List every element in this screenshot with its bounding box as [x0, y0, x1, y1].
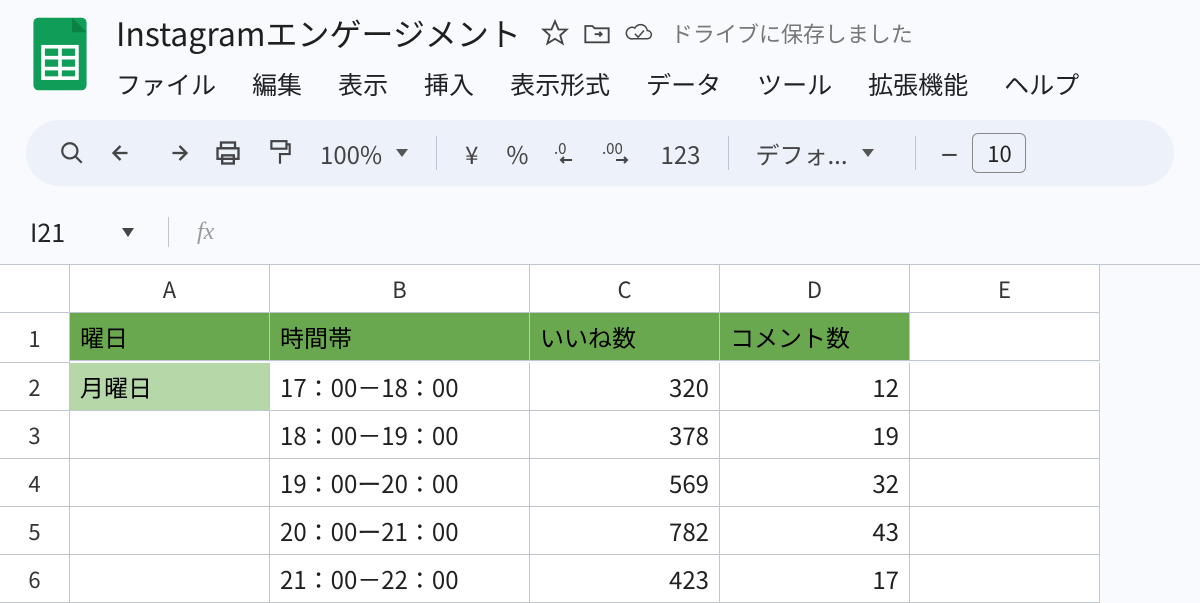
row-head-4[interactable]: 4: [0, 459, 70, 507]
formula-row: I21 fx: [0, 186, 1200, 260]
doc-title[interactable]: Instagramエンゲージメント: [110, 8, 527, 58]
col-head-B[interactable]: B: [270, 265, 530, 313]
cell-E4[interactable]: [910, 459, 1100, 507]
font-picker[interactable]: デフォ...: [747, 136, 897, 171]
row-head-1[interactable]: 1: [0, 313, 70, 363]
cell-C2[interactable]: 320: [530, 363, 720, 411]
cell-B2[interactable]: 17：00－18：00: [270, 363, 530, 411]
cell-A5[interactable]: [70, 507, 270, 555]
toolbar-separator: [436, 136, 437, 170]
cloud-saved-icon[interactable]: [625, 19, 653, 47]
svg-text:.00: .00: [602, 140, 623, 159]
name-box[interactable]: I21: [30, 214, 150, 250]
select-all-corner[interactable]: [0, 265, 70, 313]
separator: [168, 217, 169, 247]
redo-icon[interactable]: [154, 131, 198, 175]
move-folder-icon[interactable]: [583, 19, 611, 47]
number-format-button[interactable]: 123: [651, 136, 711, 171]
col-head-D[interactable]: D: [720, 265, 910, 313]
chevron-down-icon: [862, 149, 874, 157]
cell-C4[interactable]: 569: [530, 459, 720, 507]
cell-E5[interactable]: [910, 507, 1100, 555]
cell-C3[interactable]: 378: [530, 411, 720, 459]
increase-decimal-icon[interactable]: .00: [599, 131, 643, 175]
cell-D2[interactable]: 12: [720, 363, 910, 411]
menu-edit[interactable]: 編集: [248, 64, 306, 104]
font-size-input[interactable]: 10: [972, 133, 1026, 173]
row-head-3[interactable]: 3: [0, 411, 70, 459]
menubar: ファイル 編集 表示 挿入 表示形式 データ ツール 拡張機能 ヘルプ: [110, 56, 1180, 114]
cell-C5[interactable]: 782: [530, 507, 720, 555]
cell-D4[interactable]: 32: [720, 459, 910, 507]
cell-C6[interactable]: 423: [530, 555, 720, 603]
cell-A1[interactable]: 曜日: [70, 313, 270, 361]
cell-E3[interactable]: [910, 411, 1100, 459]
cell-A3[interactable]: [70, 411, 270, 459]
row-head-6[interactable]: 6: [0, 555, 70, 603]
cell-A4[interactable]: [70, 459, 270, 507]
cell-E2[interactable]: [910, 363, 1100, 411]
menu-view[interactable]: 表示: [334, 64, 392, 104]
row-head-2[interactable]: 2: [0, 363, 70, 411]
cell-A6[interactable]: [70, 555, 270, 603]
menu-data[interactable]: データ: [642, 64, 725, 104]
sheets-app-icon[interactable]: [30, 10, 90, 92]
save-status-text: ドライブに保存しました: [671, 17, 913, 49]
toolbar-separator: [915, 136, 916, 170]
spreadsheet-grid: A B C D E 1 曜日 時間帯 いいね数 コメント数 2 月曜日 17：0…: [0, 264, 1200, 603]
formula-input[interactable]: [224, 218, 1200, 246]
cell-E1[interactable]: [910, 313, 1100, 361]
col-head-E[interactable]: E: [910, 265, 1100, 313]
font-name: デフォ...: [755, 136, 847, 171]
menu-format[interactable]: 表示形式: [506, 64, 614, 104]
fx-icon: fx: [197, 219, 214, 246]
row-head-5[interactable]: 5: [0, 507, 70, 555]
cell-B4[interactable]: 19：00ー20：00: [270, 459, 530, 507]
cell-A2[interactable]: 月曜日: [70, 363, 270, 411]
name-box-value: I21: [30, 214, 65, 250]
star-icon[interactable]: [541, 19, 569, 47]
menu-help[interactable]: ヘルプ: [1000, 64, 1083, 104]
decrease-decimal-icon[interactable]: .0: [547, 131, 591, 175]
svg-text:.0: .0: [554, 140, 567, 159]
col-head-C[interactable]: C: [530, 265, 720, 313]
cell-B1[interactable]: 時間帯: [270, 313, 530, 361]
menu-file[interactable]: ファイル: [112, 64, 220, 104]
menu-extensions[interactable]: 拡張機能: [864, 64, 972, 104]
cell-B3[interactable]: 18：00－19：00: [270, 411, 530, 459]
cell-B6[interactable]: 21：00－22：00: [270, 555, 530, 603]
menu-insert[interactable]: 挿入: [420, 64, 478, 104]
cell-B5[interactable]: 20：00ー21：00: [270, 507, 530, 555]
chevron-down-icon: [396, 149, 408, 157]
menu-tools[interactable]: ツール: [753, 64, 836, 104]
decrease-font-button[interactable]: −: [934, 131, 964, 175]
cell-D6[interactable]: 17: [720, 555, 910, 603]
titlebar: Instagramエンゲージメント ドライブに保存しました: [0, 0, 1200, 114]
percent-format-button[interactable]: %: [496, 136, 538, 171]
currency-format-button[interactable]: ¥: [455, 136, 488, 171]
undo-icon[interactable]: [102, 131, 146, 175]
cell-D1[interactable]: コメント数: [720, 313, 910, 361]
cell-D5[interactable]: 43: [720, 507, 910, 555]
toolbar-separator: [728, 136, 729, 170]
cell-D3[interactable]: 19: [720, 411, 910, 459]
search-icon[interactable]: [50, 131, 94, 175]
col-head-A[interactable]: A: [70, 265, 270, 313]
print-icon[interactable]: [206, 131, 250, 175]
paint-format-icon[interactable]: [258, 131, 302, 175]
cell-E6[interactable]: [910, 555, 1100, 603]
zoom-picker[interactable]: 100%: [310, 136, 418, 171]
toolbar: 100% ¥ % .0 .00 123 デフォ... − 10: [26, 120, 1174, 186]
cell-C1[interactable]: いいね数: [530, 313, 720, 361]
chevron-down-icon: [122, 228, 134, 237]
zoom-value: 100%: [320, 136, 382, 171]
